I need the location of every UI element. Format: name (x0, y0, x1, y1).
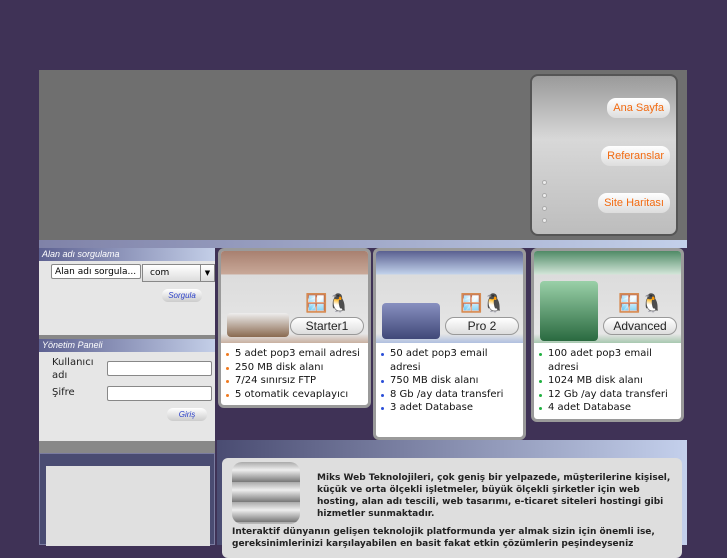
panel-title: Yönetim Paneli (39, 339, 215, 352)
server-icon (540, 281, 598, 341)
feature: 7/24 sınırsız FTP (226, 374, 364, 388)
plan-name: Advanced (603, 317, 677, 335)
password-input[interactable] (107, 386, 212, 401)
feature: 3 adet Database (381, 401, 519, 415)
feature: 8 Gb /ay data transferi (381, 388, 519, 402)
plan-card-pro[interactable]: 🪟🐧 Pro 2 50 adet pop3 email adresi 750 M… (373, 248, 526, 440)
left-box-content (46, 466, 210, 546)
about-paragraph-2: Interaktif dünyanın gelişen teknolojik p… (232, 527, 655, 549)
username-input[interactable] (107, 361, 212, 376)
password-label: Şifre (52, 387, 75, 398)
feature: 100 adet pop3 email adresi (539, 347, 677, 374)
plan-image: 🪟🐧 Pro 2 (376, 251, 523, 343)
feature-list: 5 adet pop3 email adresi 250 MB disk ala… (221, 343, 368, 405)
bullet-dot (542, 218, 547, 223)
nav-box: Ana Sayfa Referanslar Site Haritası (530, 74, 678, 236)
tld-select[interactable]: com ▼ (142, 264, 215, 282)
divider-strip (39, 240, 687, 248)
tld-value: com (150, 268, 170, 278)
bullet-dot (542, 206, 547, 211)
admin-panel: Yönetim Paneli Kullanıcı adı Şifre Giriş (39, 339, 215, 441)
feature: 250 MB disk alanı (226, 361, 364, 375)
bullet-dot (542, 180, 547, 185)
server-icon (382, 303, 440, 339)
feature: 1024 MB disk alanı (539, 374, 677, 388)
about-panel: Miks Web Teknolojileri, çok geniş bir ye… (222, 458, 682, 558)
header-banner: Ana Sayfa Referanslar Site Haritası (39, 70, 687, 240)
feature: 750 MB disk alanı (381, 374, 519, 388)
panel-title: Alan adı sorgulama (39, 248, 215, 261)
feature-list: 100 adet pop3 email adresi 1024 MB disk … (534, 343, 681, 419)
windows-linux-icon: 🪟🐧 (305, 293, 350, 314)
feature: 4 adet Database (539, 401, 677, 415)
feature: 5 otomatik cevaplayıcı (226, 388, 364, 402)
feature: 50 adet pop3 email adresi (381, 347, 519, 374)
plan-card-starter[interactable]: 🪟🐧 Starter1 5 adet pop3 email adresi 250… (218, 248, 371, 408)
divider (39, 441, 215, 453)
windows-linux-icon: 🪟🐧 (618, 293, 663, 314)
feature-list: 50 adet pop3 email adresi 750 MB disk al… (376, 343, 523, 419)
server-stack-icon (232, 462, 300, 524)
nav-home[interactable]: Ana Sayfa (607, 98, 670, 118)
page: Ana Sayfa Referanslar Site Haritası Alan… (39, 70, 687, 558)
plan-image: 🪟🐧 Advanced (534, 251, 681, 343)
nav-references[interactable]: Referanslar (601, 146, 670, 166)
bullet-dot (542, 193, 547, 198)
domain-search-panel: Alan adı sorgulama com ▼ Sorgula (39, 248, 215, 335)
username-label: Kullanıcı adı (52, 357, 94, 381)
left-box (39, 453, 215, 546)
domain-input[interactable] (51, 264, 141, 279)
plan-card-advanced[interactable]: 🪟🐧 Advanced 100 adet pop3 email adresi 1… (531, 248, 684, 422)
chevron-down-icon: ▼ (200, 265, 214, 281)
query-button[interactable]: Sorgula (162, 289, 202, 302)
plan-name: Pro 2 (445, 317, 519, 335)
plan-image: 🪟🐧 Starter1 (221, 251, 368, 343)
login-button[interactable]: Giriş (167, 408, 207, 421)
windows-linux-icon: 🪟🐧 (460, 293, 505, 314)
about-paragraph-1: Miks Web Teknolojileri, çok geniş bir ye… (317, 473, 671, 519)
nav-sitemap[interactable]: Site Haritası (598, 193, 670, 213)
server-icon (227, 313, 289, 337)
feature: 5 adet pop3 email adresi (226, 347, 364, 361)
feature: 12 Gb /ay data transferi (539, 388, 677, 402)
plan-name: Starter1 (290, 317, 364, 335)
